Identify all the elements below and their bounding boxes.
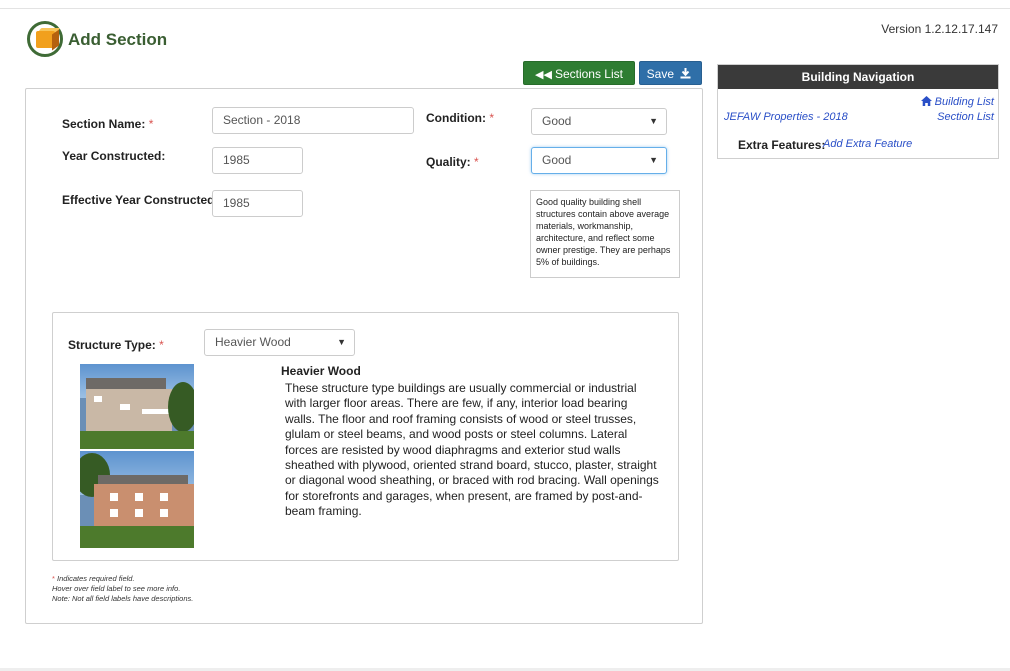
photo-window [110, 493, 118, 501]
photo-window [135, 509, 143, 517]
building-navigation-title: Building Navigation [718, 65, 998, 89]
building-list-label: Building List [934, 96, 994, 108]
structure-type-label-text: Structure Type: [68, 338, 156, 352]
hover-note: Hover over field label to see more info. [52, 584, 181, 593]
save-button[interactable]: Save [639, 61, 702, 85]
photo-grass [80, 431, 194, 449]
caret-down-icon: ▼ [649, 116, 658, 126]
effective-year-label[interactable]: Effective Year Constructed: [62, 193, 219, 207]
app-logo [27, 21, 63, 57]
building-photo-2 [80, 451, 194, 548]
sections-list-button[interactable]: ◀◀ Sections List [523, 61, 635, 85]
section-name-label[interactable]: Section Name: * [62, 117, 153, 131]
caret-down-icon: ▼ [337, 337, 346, 347]
caret-down-icon: ▼ [649, 155, 658, 165]
sections-list-label: Sections List [554, 67, 623, 81]
condition-label[interactable]: Condition: * [426, 111, 494, 125]
photo-grass [80, 526, 194, 548]
section-name-input[interactable]: Section - 2018 [212, 107, 414, 134]
required-marker: * [52, 574, 55, 583]
form-notes: * Indicates required field. Hover over f… [52, 574, 193, 604]
version-label: Version 1.2.12.17.147 [881, 22, 998, 36]
property-link[interactable]: JEFAW Properties - 2018 [724, 111, 848, 123]
structure-type-select[interactable]: Heavier Wood ▼ [204, 329, 355, 356]
condition-select-value: Good [542, 114, 572, 128]
home-icon [920, 96, 935, 108]
page-title: Add Section [68, 30, 168, 49]
required-marker: * [159, 338, 164, 352]
quality-label[interactable]: Quality: * [426, 155, 479, 169]
building-navigation-panel: Building Navigation JEFAW Properties - 2… [717, 64, 999, 159]
photo-window [120, 404, 130, 410]
double-left-arrow-icon: ◀◀ [535, 69, 552, 81]
photo-tree [168, 382, 194, 432]
required-note: * Indicates required field. [52, 574, 193, 584]
building-photo-1 [80, 364, 194, 449]
photo-window [160, 509, 168, 517]
condition-select[interactable]: Good ▼ [531, 108, 667, 135]
building-list-link[interactable]: Building List [920, 96, 994, 108]
add-extra-feature-link[interactable]: Add Extra Feature [823, 138, 912, 150]
year-constructed-label[interactable]: Year Constructed: [62, 149, 165, 163]
photo-window [160, 493, 168, 501]
download-icon [680, 63, 691, 87]
save-label: Save [646, 67, 674, 81]
photo-building [94, 484, 194, 528]
quality-description: Good quality building shell structures c… [530, 190, 680, 278]
structure-description-text: These structure type buildings are usual… [285, 381, 659, 519]
required-marker: * [474, 155, 479, 169]
extra-features-label: Extra Features: [738, 138, 826, 152]
photo-balcony [142, 409, 170, 414]
condition-label-text: Condition: [426, 111, 486, 125]
required-marker: * [148, 117, 154, 131]
quality-select-value: Good [542, 153, 572, 167]
effective-year-input[interactable]: 1985 [212, 190, 303, 217]
structure-description-title: Heavier Wood [281, 364, 361, 378]
photo-window [94, 396, 102, 402]
quality-select[interactable]: Good ▼ [531, 147, 667, 174]
photo-window [110, 509, 118, 517]
quality-label-text: Quality: [426, 155, 471, 169]
photo-window [135, 493, 143, 501]
structure-type-select-value: Heavier Wood [215, 335, 291, 349]
year-constructed-input[interactable]: 1985 [212, 147, 303, 174]
descriptions-note: Note: Not all field labels have descript… [52, 594, 194, 603]
section-name-label-text: Section Name: [62, 117, 146, 131]
top-border [0, 0, 1010, 9]
section-list-link[interactable]: Section List [937, 111, 994, 123]
required-marker: * [489, 111, 494, 125]
required-note-text: Indicates required field. [57, 574, 135, 583]
cube-side-face [52, 29, 59, 51]
structure-type-label[interactable]: Structure Type: * [68, 338, 164, 352]
